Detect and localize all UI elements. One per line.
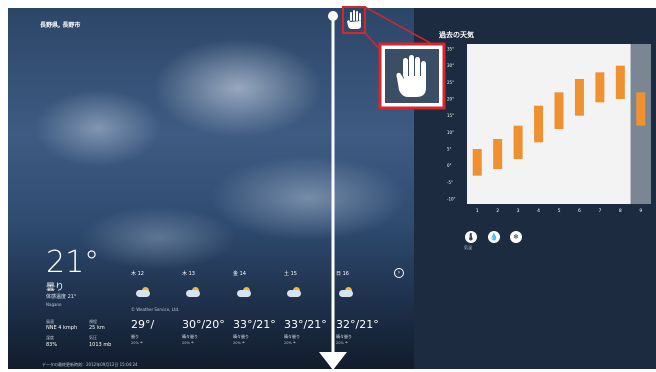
callout-line-top — [364, 6, 435, 46]
swipe-start-dot — [328, 11, 338, 21]
swipe-arrow-head — [319, 352, 347, 370]
hand-cursor-small-icon — [347, 10, 361, 29]
screen: 長野県, 長野市 21° 曇り 体感温度 21° Nagano 風速 NNE 4… — [0, 0, 656, 372]
gesture-annotation — [319, 6, 446, 370]
